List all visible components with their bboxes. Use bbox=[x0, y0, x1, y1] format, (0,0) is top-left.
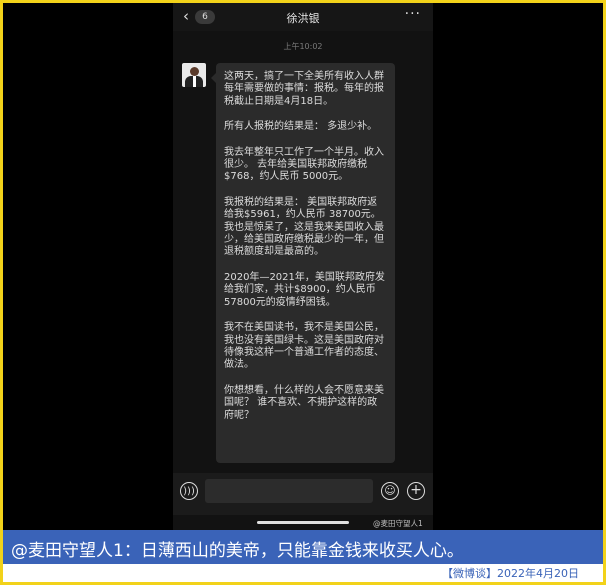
chat-header: ‹ 6 徐洪银 ··· bbox=[173, 3, 433, 31]
message-paragraph: 我去年整年只工作了一个半月。收入很少。 去年给美国联邦政府缴税$768，约人民币… bbox=[224, 146, 384, 183]
message-paragraph: 我不在美国读书，我不是美国公民，我也没有美国绿卡。这是美国政府对待像我这样一个普… bbox=[224, 322, 384, 371]
avatar[interactable] bbox=[182, 63, 206, 87]
weibo-watermark: @麦田守望人1 bbox=[373, 519, 423, 528]
message-paragraph: 这两天，搞了一下全美所有收入人群每年需要做的事情：报税。每年的报税截止日期是4月… bbox=[224, 71, 384, 107]
input-bar: ))) ☺ + bbox=[173, 473, 433, 515]
message-paragraph: 2020年—2021年，美国联邦政府发给我们家，共计$8900，约人民币 578… bbox=[224, 271, 385, 308]
emoji-icon[interactable]: ☺ bbox=[381, 482, 399, 500]
message-input[interactable] bbox=[205, 479, 373, 503]
home-indicator[interactable] bbox=[257, 521, 349, 524]
caption-text: @麦田守望人1：日薄西山的美帝，只能靠金钱来收买人心。 bbox=[11, 541, 464, 561]
message-paragraph: 所有人报税的结果是： 多退少补。 bbox=[224, 121, 378, 133]
message-bubble[interactable]: 这两天，搞了一下全美所有收入人群每年需要做的事情：报税。每年的报税截止日期是4月… bbox=[211, 63, 395, 463]
caption-banner: @麦田守望人1：日薄西山的美帝，只能靠金钱来收买人心。 bbox=[3, 530, 603, 564]
chat-screen: ‹ 6 徐洪银 ··· 上午10:02 这两天，搞了一下全美所有收入人群每年需要… bbox=[173, 3, 433, 530]
message-timestamp: 上午10:02 bbox=[283, 42, 323, 51]
footer: 【微博谈】2022年4月20日 bbox=[3, 564, 603, 582]
more-options-icon[interactable]: ··· bbox=[405, 6, 421, 22]
footer-source-date: 【微博谈】2022年4月20日 bbox=[442, 567, 579, 580]
message-paragraph: 你想想看，什么样的人会不愿意来美国呢？ 谁不喜欢、不拥护这样的政府呢？ bbox=[224, 384, 384, 421]
plus-icon[interactable]: + bbox=[407, 482, 425, 500]
message-paragraph: 我报税的结果是： 美国联邦政府返给我$5961，约人民币 38700元。 我也是… bbox=[224, 196, 384, 258]
voice-icon[interactable]: ))) bbox=[180, 482, 198, 500]
contact-name: 徐洪银 bbox=[286, 12, 320, 25]
